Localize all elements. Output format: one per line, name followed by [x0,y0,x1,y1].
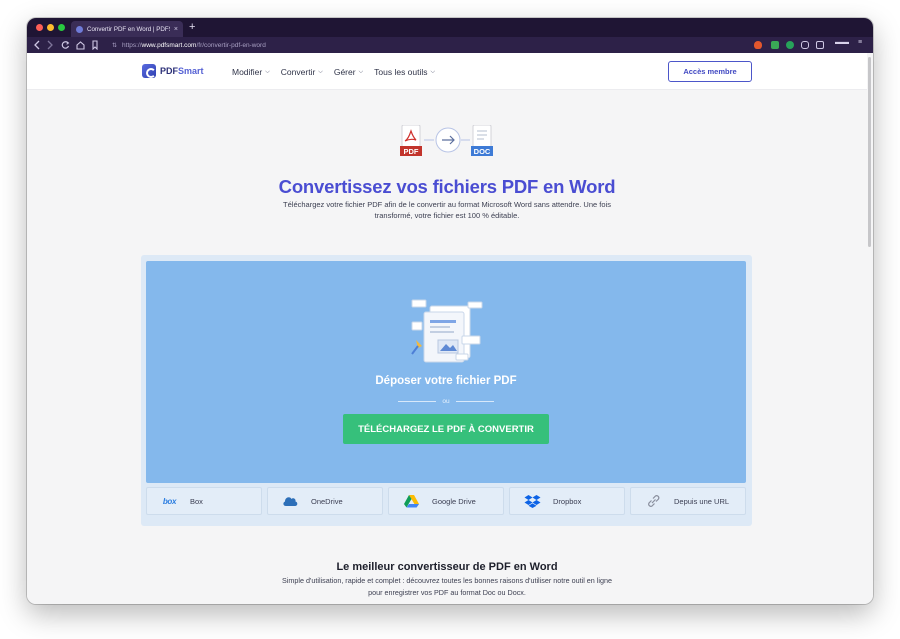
pdfsmart-logo[interactable]: PDFSmart [142,64,204,78]
url-text[interactable]: https://www.pdfsmart.com/fr/convertir-pd… [122,42,266,49]
box-logo-icon: box [162,496,177,506]
source-label: OneDrive [311,496,343,506]
logo-text: PDFSmart [160,66,204,76]
document-upload-illustration [411,299,483,363]
close-window-button[interactable] [36,24,43,31]
svg-text:DOC: DOC [474,147,491,156]
pdf-to-doc-icon: PDF DOC [400,125,493,156]
main-menu: Modifier ⌵ Convertir ⌵ Gérer ⌵ Tous les out… [232,67,435,77]
page-subtitle: Téléchargez votre fichier PDF afin de le… [283,200,611,220]
or-divider: ou [398,398,495,405]
close-tab-icon[interactable]: × [174,26,178,33]
site-header: PDFSmart Modifier ⌵ Convertir ⌵ Gérer ⌵ Tou… [27,53,867,90]
page-title: Convertissez vos fichiers PDF en Word [278,176,616,197]
back-icon[interactable] [33,40,41,53]
source-label: Dropbox [553,496,582,506]
section-subtitle: Simple d'utilisation, rapide et complet … [282,576,612,597]
source-box[interactable]: box Box [146,487,262,515]
extension-green-icon[interactable] [771,41,779,49]
drop-zone[interactable]: Déposer votre fichier PDF ou TÉLÉCHARGEZ… [146,261,746,483]
upload-panel: Déposer votre fichier PDF ou TÉLÉCHARGEZ… [141,255,752,526]
divider-line [398,401,437,402]
address-bar: ⇅ https://www.pdfsmart.com/fr/convertir-… [27,37,873,53]
forward-icon[interactable] [46,40,54,53]
section-title: Le meilleur convertisseur de PDF en Word [336,561,558,573]
cloud-sources: box Box OneDrive Google Drive Dropbox De… [146,487,746,518]
minimize-window-button[interactable] [47,24,54,31]
url-field[interactable]: ⇅ https://www.pdfsmart.com/fr/convertir-… [107,39,747,51]
sidebar-icon[interactable] [816,41,824,49]
dropbox-icon [524,494,541,508]
source-onedrive[interactable]: OneDrive [267,487,383,515]
source-google-drive[interactable]: Google Drive [388,487,504,515]
browser-tab[interactable]: Convertir PDF en Word | PDFSmart × [71,21,183,37]
bookmark-icon[interactable] [91,40,99,53]
zoom-window-button[interactable] [58,24,65,31]
chevron-down-icon: ⌵ [358,68,364,75]
favicon-icon [76,25,83,33]
tab-title: Convertir PDF en Word | PDFSmart [87,25,170,33]
menu-icon[interactable]: ≡ [858,39,862,46]
page-scrollbar[interactable] [868,57,871,247]
or-text: ou [442,398,450,405]
home-icon[interactable] [76,40,85,53]
chevron-down-icon: ⌵ [318,68,323,75]
extension-round-icon[interactable] [786,41,794,49]
chevron-down-icon: ⌵ [265,68,270,75]
link-icon [645,494,662,508]
page-content: PDFSmart Modifier ⌵ Convertir ⌵ Gérer ⌵ Tou… [27,53,873,604]
onedrive-icon [282,494,299,508]
divider-line [455,401,495,402]
source-label: Google Drive [432,496,476,506]
upload-pdf-button[interactable]: TÉLÉCHARGEZ LE PDF À CONVERTIR [343,414,549,444]
drop-label: Déposer votre fichier PDF [375,375,517,387]
browser-window: Convertir PDF en Word | PDFSmart × + ⇅ h… [27,18,873,604]
new-tab-button[interactable]: + [189,21,195,33]
site-settings-icon[interactable]: ⇅ [112,42,117,49]
chevron-down-icon: ⌵ [430,68,436,75]
menu-modifier[interactable]: Modifier ⌵ [232,67,270,77]
svg-text:PDF: PDF [404,147,419,156]
shield-icon[interactable] [754,41,762,49]
pdfsmart-logo-icon [142,64,156,78]
tab-strip: Convertir PDF en Word | PDFSmart × + [27,18,873,37]
source-label: Box [190,496,203,506]
member-access-button[interactable]: Accès membre [668,61,752,82]
reload-icon[interactable] [61,40,70,53]
source-url[interactable]: Depuis une URL [630,487,746,515]
menu-convertir[interactable]: Convertir ⌵ [281,67,323,77]
source-dropbox[interactable]: Dropbox [509,487,625,515]
extensions-icon[interactable] [801,41,809,49]
source-label: Depuis une URL [674,496,730,506]
reader-icon[interactable]: ▬▬ [835,39,849,46]
google-drive-icon [403,494,420,508]
menu-tous-les-outils[interactable]: Tous les outils ⌵ [374,67,435,77]
menu-gerer[interactable]: Gérer ⌵ [334,67,363,77]
